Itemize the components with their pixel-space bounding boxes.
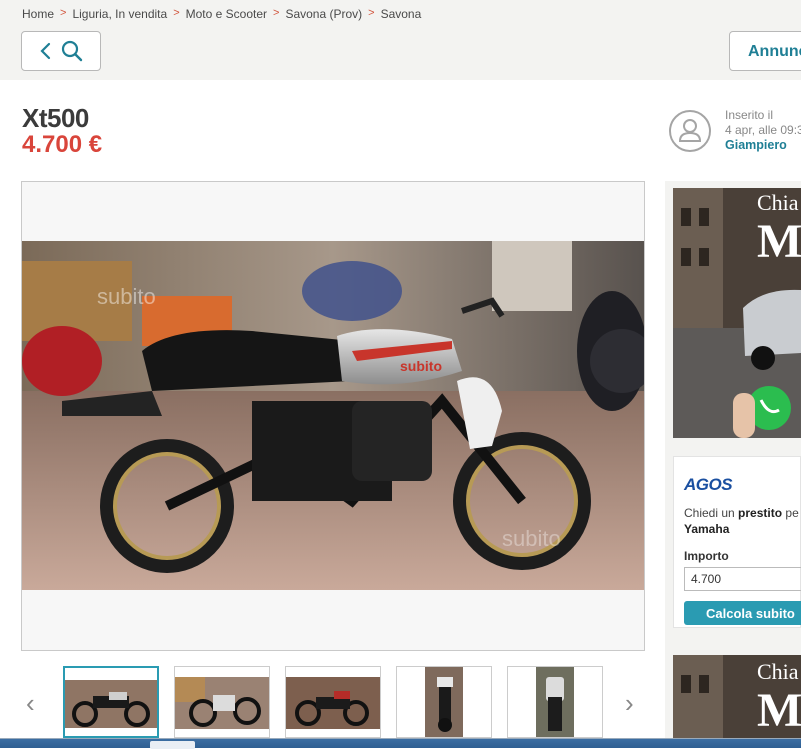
watermark-text: subito [97,284,156,309]
breadcrumb-item-category[interactable]: Moto e Scooter [186,7,267,21]
main-photo[interactable]: subito subito subito [22,241,644,590]
agos-loan-widget: AGOS Chiedi un prestito pe Yamaha Import… [673,456,801,628]
search-icon [61,40,83,62]
breadcrumb-separator: > [173,7,180,19]
inserted-label: Inserito il [725,108,774,122]
svg-text:subito: subito [502,526,561,551]
breadcrumb-item-province[interactable]: Savona (Prov) [285,7,362,21]
gallery-prev-arrow[interactable]: ‹ [26,688,35,719]
ad-bottom-big-text: M [757,684,801,737]
annunci-button[interactable]: Annunci [729,31,801,71]
breadcrumb-separator: > [273,7,280,19]
seller-info: Inserito il 4 apr, alle 09:3 Giampiero [725,108,801,153]
ad-banner-bottom[interactable]: Chia M [673,655,801,738]
ad-bottom-text: Chia [757,659,799,684]
breadcrumb: Home > Liguria, In vendita > Moto e Scoo… [22,7,421,21]
gallery-thumbnail[interactable] [507,666,603,738]
breadcrumb-item-city[interactable]: Savona [381,7,422,21]
inserted-date: 4 apr, alle 09:3 [725,123,801,137]
breadcrumb-item-region[interactable]: Liguria, In vendita [72,7,167,21]
gallery-next-arrow[interactable]: › [625,688,634,719]
breadcrumb-item-home[interactable]: Home [22,7,54,21]
listing-price: 4.700 € [22,131,103,158]
gallery-thumbnail[interactable] [63,666,159,738]
ad-top-big-text: M [757,215,801,268]
os-taskbar [0,738,801,749]
svg-text:subito: subito [400,358,442,374]
ad-top-text: Chia [757,190,799,215]
amount-label: Importo [684,549,729,563]
listing-title: Xt500 [22,103,89,133]
gallery-thumbnail[interactable] [285,666,381,738]
photo-gallery[interactable]: subito subito subito [21,181,645,651]
breadcrumb-separator: > [368,7,375,19]
chevron-left-icon [40,42,51,60]
amount-input[interactable]: 4.700 [684,567,801,591]
breadcrumb-separator: > [60,7,67,19]
back-search-button[interactable] [21,31,101,71]
agos-description: Chiedi un prestito pe Yamaha [684,506,799,536]
gallery-thumbnail[interactable] [174,666,270,738]
ad-banner-top[interactable]: Chia M [673,188,801,438]
user-avatar-icon[interactable] [669,110,711,152]
agos-logo: AGOS [684,475,733,494]
calcola-button[interactable]: Calcola subito [684,601,801,625]
seller-name-link[interactable]: Giampiero [725,138,801,153]
gallery-thumbnail[interactable] [396,666,492,738]
